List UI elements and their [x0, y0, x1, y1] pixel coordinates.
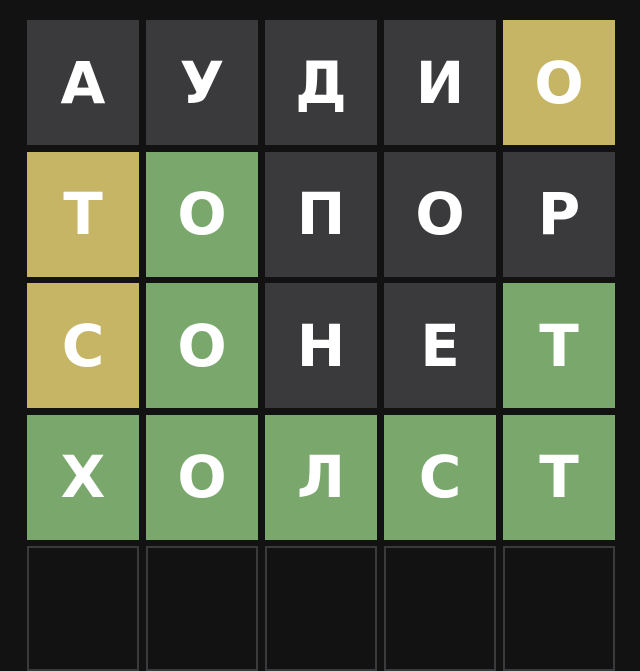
tile: Д: [265, 20, 377, 145]
tile: О: [146, 283, 258, 408]
tile: А: [27, 20, 139, 145]
tile: О: [503, 20, 615, 145]
empty-tile: [384, 546, 496, 671]
game-board: А У Д И О Т О П О Р С О Н Е Т Х О Л С Т: [27, 20, 615, 671]
tile: Р: [503, 151, 615, 277]
empty-tile: [27, 546, 139, 671]
tile: О: [146, 151, 258, 277]
tile: Х: [27, 414, 139, 540]
empty-tile: [265, 546, 377, 671]
tile: Т: [27, 151, 139, 277]
tile: Л: [265, 414, 377, 540]
empty-tile: [146, 546, 258, 671]
tile: И: [384, 20, 496, 145]
tile: Т: [503, 414, 615, 540]
tile: Н: [265, 283, 377, 408]
empty-tile: [503, 546, 615, 671]
tile: У: [146, 20, 258, 145]
tile: Е: [384, 283, 496, 408]
tile: С: [384, 414, 496, 540]
tile: О: [146, 414, 258, 540]
tile: Т: [503, 283, 615, 408]
tile: О: [384, 151, 496, 277]
tile: С: [27, 283, 139, 408]
tile: П: [265, 151, 377, 277]
